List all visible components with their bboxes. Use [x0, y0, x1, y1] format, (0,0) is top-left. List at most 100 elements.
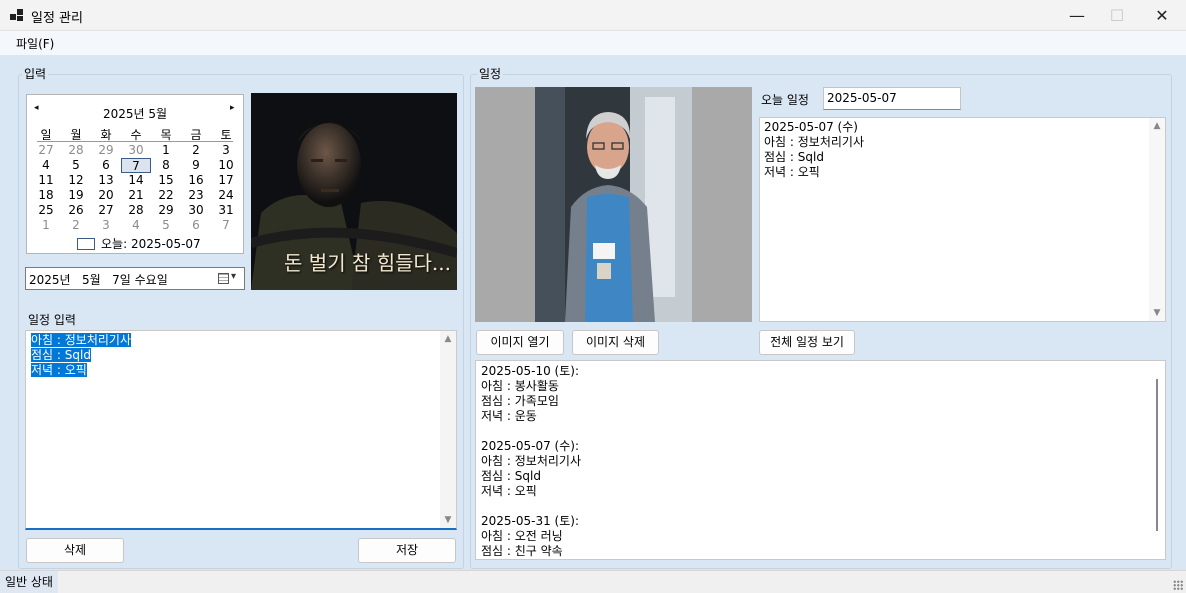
schedule-input-label: 일정 입력 [28, 313, 76, 327]
today-marker-icon [77, 238, 95, 250]
today-schedule-label: 오늘 일정 [761, 93, 809, 107]
calendar-day[interactable]: 22 [151, 188, 181, 203]
calendar-day[interactable]: 6 [181, 218, 211, 233]
calendar-day[interactable]: 17 [211, 173, 241, 188]
calendar-day[interactable]: 6 [91, 158, 121, 173]
view-all-schedules-button[interactable]: 전체 일정 보기 [759, 330, 855, 355]
calendar-day[interactable]: 20 [91, 188, 121, 203]
calendar-day[interactable]: 19 [61, 188, 91, 203]
all-schedules-textarea[interactable]: 2025-05-10 (토): 아침 : 봉사활동 점심 : 가족모임 저녁 : 운동… [475, 360, 1166, 560]
date-picker[interactable]: 2025년 5월 7일 수요일 ▾ [25, 267, 245, 290]
all-schedules-lines: 2025-05-10 (토): 아침 : 봉사활동 점심 : 가족모임 저녁 : 운동… [481, 364, 581, 559]
window-title: 일정 관리 [31, 11, 83, 26]
calendar-day[interactable]: 2 [181, 143, 211, 158]
calendar-day[interactable]: 29 [151, 203, 181, 218]
schedule-input-lines: 아침 : 정보처리기사 점심 : Sqld 저녁 : 오픽 [31, 333, 131, 378]
text-line: 저녁 : 운동 [481, 409, 537, 423]
scroll-up-icon[interactable]: ▲ [1149, 121, 1165, 131]
calendar-day[interactable]: 8 [151, 158, 181, 173]
calendar-day[interactable]: 31 [211, 203, 241, 218]
calendar-icon[interactable] [218, 273, 229, 284]
text-line: 저녁 : 오픽 [481, 484, 537, 498]
calendar-day[interactable]: 21 [121, 188, 151, 203]
text-line: 아침 : 오전 러닝 [481, 529, 563, 543]
calendar-day[interactable]: 10 [211, 158, 241, 173]
calendar-day[interactable]: 23 [181, 188, 211, 203]
scroll-down-icon[interactable]: ▼ [1149, 308, 1165, 318]
delete-button[interactable]: 삭제 [26, 538, 124, 563]
scroll-up-icon[interactable]: ▲ [440, 334, 456, 344]
calendar-day[interactable]: 5 [151, 218, 181, 233]
image-caption: 돈 벌기 참 힘들다... [284, 251, 451, 275]
status-bar: 일반 상태 [0, 570, 1186, 593]
calendar-day[interactable]: 11 [31, 173, 61, 188]
maximize-button[interactable]: ☐ [1094, 0, 1140, 31]
calendar-day[interactable]: 4 [121, 218, 151, 233]
calendar-day[interactable]: 28 [61, 143, 91, 158]
calendar-day[interactable]: 14 [121, 173, 151, 188]
scroll-thumb[interactable] [1156, 379, 1158, 531]
text-line: 아침 : 봉사활동 [481, 379, 559, 393]
today-schedule-textarea[interactable]: 2025-05-07 (수) 아침 : 정보처리기사 점심 : Sqld 저녁 : 오… [759, 117, 1166, 322]
schedule-image-left: 돈 벌기 참 힘들다... [251, 93, 457, 290]
text-line: 저녁 : 오픽 [764, 165, 820, 179]
calendar-day[interactable]: 27 [91, 203, 121, 218]
calendar-day[interactable]: 30 [121, 143, 151, 158]
text-line: 2025-05-31 (토): [481, 514, 579, 528]
calendar-day[interactable]: 25 [31, 203, 61, 218]
calendar-day[interactable]: 27 [31, 143, 61, 158]
menu-bar: 파일(F) [0, 31, 1186, 55]
calendar-day[interactable]: 30 [181, 203, 211, 218]
portrait-photo [535, 87, 692, 322]
calendar-day[interactable]: 29 [91, 143, 121, 158]
title-bar: 일정 관리 — ☐ ✕ [0, 0, 1186, 31]
text-line: 점심 : Sqld [481, 469, 541, 483]
text-line: 2025-05-10 (토): [481, 364, 579, 378]
calendar-day[interactable]: 5 [61, 158, 91, 173]
calendar-day[interactable]: 1 [31, 218, 61, 233]
menu-file[interactable]: 파일(F) [16, 35, 54, 52]
calendar-day[interactable]: 16 [181, 173, 211, 188]
open-image-button[interactable]: 이미지 열기 [476, 330, 564, 355]
calendar-day[interactable]: 4 [31, 158, 61, 173]
calendar-day[interactable]: 12 [61, 173, 91, 188]
calendar-day[interactable]: 9 [181, 158, 211, 173]
month-calendar[interactable]: ◂ ▸ 2025년 5월 일월화수목금토 27 28 29 30 1 2 3 4 5 6 7 8 9 10… [26, 94, 244, 254]
status-text: 일반 상태 [0, 571, 58, 593]
calendar-day[interactable]: 1 [151, 143, 181, 158]
calendar-day[interactable]: 18 [31, 188, 61, 203]
text-line [481, 424, 581, 439]
today-schedule-scrollbar[interactable]: ▲ ▼ [1149, 118, 1165, 321]
close-button[interactable]: ✕ [1139, 0, 1185, 31]
text-line: 2025-05-07 (수) [764, 120, 858, 134]
calendar-day[interactable]: 3 [91, 218, 121, 233]
text-line: 점심 : 친구 약속 [481, 544, 563, 558]
calendar-month-label[interactable]: 2025년 5월 [27, 105, 243, 122]
calendar-day[interactable]: 24 [211, 188, 241, 203]
calendar-day[interactable]: 7 [121, 158, 151, 173]
calendar-day[interactable]: 3 [211, 143, 241, 158]
text-line: 아침 : 정보처리기사 [764, 135, 864, 149]
calendar-day[interactable]: 2 [61, 218, 91, 233]
schedule-input-scrollbar[interactable]: ▲ ▼ [440, 331, 456, 528]
calendar-day[interactable]: 26 [61, 203, 91, 218]
schedule-input-textarea[interactable]: 아침 : 정보처리기사 점심 : Sqld 저녁 : 오픽 ▲ ▼ [25, 330, 457, 530]
text-line: 저녁 : 오픽 [31, 363, 87, 377]
calendar-day[interactable]: 28 [121, 203, 151, 218]
text-line: 아침 : 정보처리기사 [481, 454, 581, 468]
delete-image-button[interactable]: 이미지 삭제 [572, 330, 659, 355]
calendar-day[interactable]: 13 [91, 173, 121, 188]
calendar-day[interactable]: 15 [151, 173, 181, 188]
date-picker-value: 2025년 5월 7일 수요일 [29, 273, 168, 287]
text-line: 점심 : Sqld [764, 150, 824, 164]
input-group-title: 입력 [22, 65, 49, 82]
calendar-today-label: 오늘: 2025-05-07 [101, 237, 201, 251]
all-schedules-scrollbar[interactable] [1149, 361, 1165, 559]
chevron-down-icon[interactable]: ▾ [231, 271, 236, 282]
calendar-day[interactable]: 7 [211, 218, 241, 233]
save-button[interactable]: 저장 [358, 538, 456, 563]
calendar-today-link[interactable]: 오늘: 2025-05-07 [77, 235, 201, 252]
resize-grip-icon[interactable] [1173, 580, 1183, 590]
today-date-field[interactable]: 2025-05-07 [823, 87, 961, 110]
scroll-down-icon[interactable]: ▼ [440, 515, 456, 525]
